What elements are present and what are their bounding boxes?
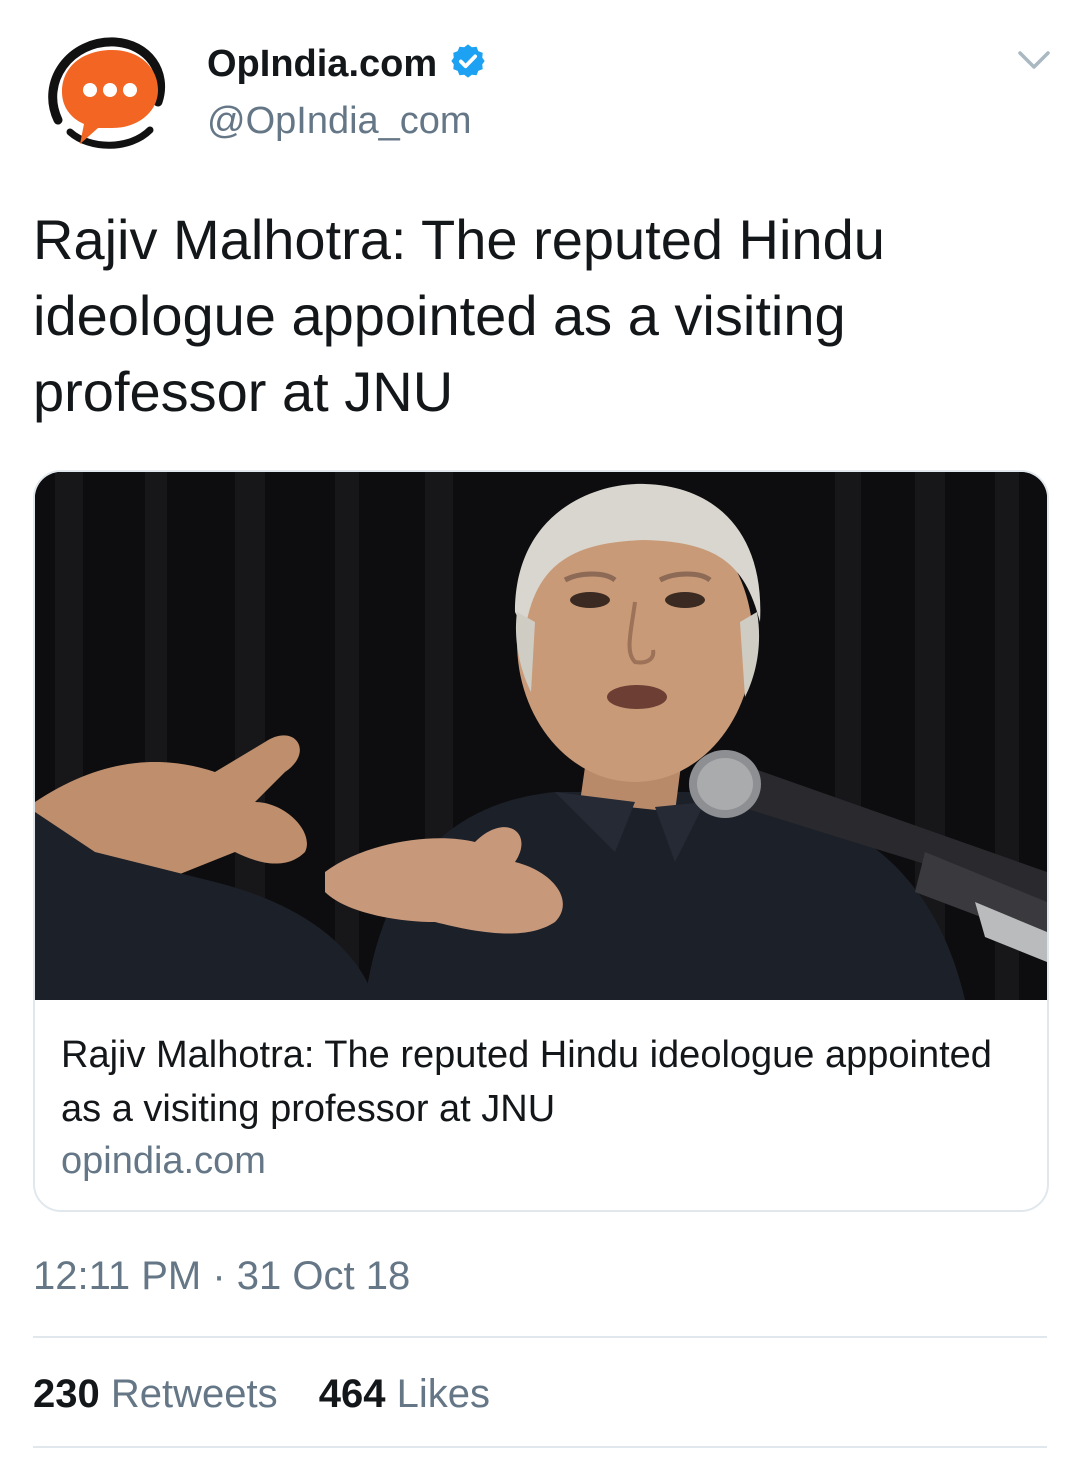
- tweet-stats: 230 Retweets 464 Likes: [33, 1372, 520, 1417]
- verified-badge-icon: [451, 44, 485, 78]
- divider: [33, 1336, 1047, 1338]
- opindia-logo-avatar[interactable]: [40, 32, 170, 152]
- card-title: Rajiv Malhotra: The reputed Hindu ideolo…: [61, 1034, 992, 1130]
- divider-bottom: [33, 1446, 1047, 1448]
- likes-stat[interactable]: 464 Likes: [319, 1372, 490, 1416]
- account-handle[interactable]: @OpIndia_com: [207, 100, 472, 143]
- retweets-stat[interactable]: 230 Retweets: [33, 1372, 278, 1416]
- card-photo-speaker-with-microphone: [35, 472, 1047, 1000]
- tweet-timestamp[interactable]: 12:11 PM · 31 Oct 18: [33, 1254, 410, 1299]
- likes-label: Likes: [396, 1372, 491, 1416]
- display-name-text: OpIndia.com: [207, 43, 438, 85]
- tweet-text: Rajiv Malhotra: The reputed Hindu ideolo…: [33, 208, 885, 423]
- card-domain: opindia.com: [61, 1140, 266, 1182]
- display-name[interactable]: OpIndia.com: [207, 42, 487, 86]
- tweet-header: OpIndia.com @OpIndia_com: [0, 0, 1080, 170]
- retweets-count: 230: [33, 1372, 100, 1416]
- likes-count: 464: [318, 1372, 386, 1416]
- chevron-down-icon[interactable]: [1016, 48, 1052, 72]
- link-preview-card[interactable]: Rajiv Malhotra: The reputed Hindu ideolo…: [33, 470, 1049, 1212]
- retweets-label: Retweets: [110, 1372, 278, 1416]
